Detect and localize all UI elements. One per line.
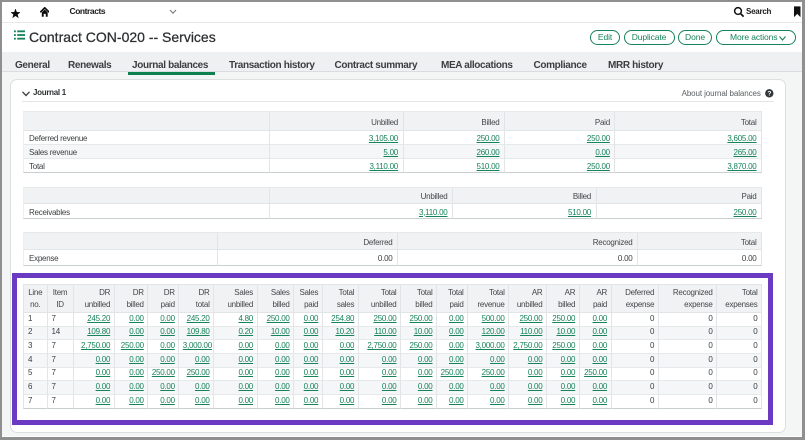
- svg-text:?: ?: [768, 91, 772, 98]
